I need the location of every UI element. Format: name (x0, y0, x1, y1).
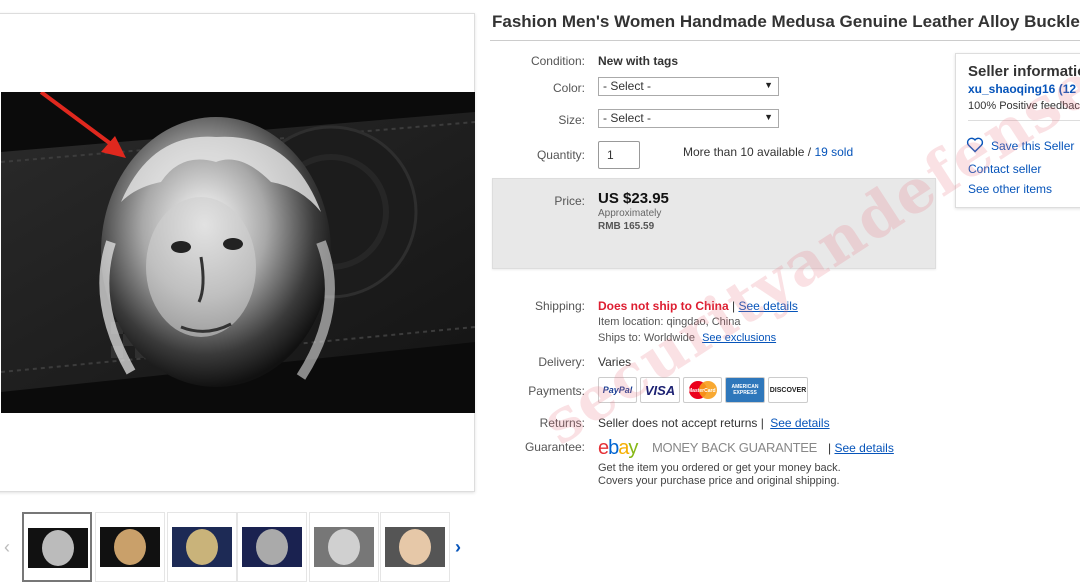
seller-feedback: 100% Positive feedback (968, 100, 1080, 112)
medusa-buckle-image (1, 92, 475, 413)
price-approx: Approximately (598, 208, 662, 219)
price-value: US $23.95 (598, 190, 669, 207)
seller-info-title: Seller information (968, 63, 1080, 80)
title-divider (490, 40, 1080, 41)
payments-label: Payments: (528, 384, 585, 398)
sold-link[interactable]: 19 sold (814, 145, 853, 159)
thumbnail-image (172, 527, 232, 567)
availability-text: More than 10 available / (683, 145, 812, 159)
color-select-value: - Select - (603, 79, 652, 93)
mastercard-text: MasterCard (688, 388, 716, 394)
product-photo[interactable] (1, 92, 475, 413)
thumbnail-image (314, 527, 374, 567)
thumbnail-image (100, 527, 160, 567)
thumbnail-prev-arrow[interactable]: ‹ (4, 537, 10, 558)
price-label: Price: (554, 194, 585, 208)
see-exclusions-link[interactable]: See exclusions (702, 332, 776, 344)
guarantee-line-1: Get the item you ordered or get your mon… (598, 462, 841, 474)
mastercard-icon: MasterCard (683, 377, 722, 403)
condition-value: New with tags (598, 54, 679, 68)
see-other-items-link[interactable]: See other items (968, 182, 1052, 196)
thumbnail-image (385, 527, 445, 567)
ebay-letter-b: b (608, 437, 619, 459)
color-label: Color: (552, 81, 585, 95)
returns-value: Seller does not accept returns | (598, 416, 764, 430)
save-seller-link[interactable]: Save this Seller (991, 139, 1074, 153)
thumbnail-strip: ‹ › (0, 510, 480, 582)
thumbnail-image (242, 527, 302, 567)
separator: | (828, 441, 832, 455)
contact-seller-link[interactable]: Contact seller (968, 162, 1041, 176)
quantity-label: Quantity: (536, 148, 585, 162)
guarantee-details-link[interactable]: See details (834, 441, 893, 455)
guarantee-details: | See details (828, 441, 894, 455)
color-select[interactable]: - Select - ▼ (598, 77, 779, 96)
shipping-warning: Does not ship to China (598, 299, 729, 313)
ebay-letter-a: a (618, 437, 629, 459)
thumbnail-3[interactable] (167, 512, 237, 582)
dropdown-arrow-icon: ▼ (764, 112, 773, 122)
heart-icon[interactable] (966, 137, 984, 153)
returns-label: Returns: (539, 416, 585, 430)
discover-icon: DISCOVER (768, 377, 808, 403)
seller-divider (968, 120, 1080, 121)
thumbnail-next-arrow[interactable]: › (455, 537, 461, 558)
thumbnail-image (28, 528, 88, 568)
price-converted: RMB 165.59 (598, 221, 655, 232)
thumbnail-1[interactable] (22, 512, 92, 582)
ships-to: Ships to: Worldwide See exclusions (598, 332, 776, 344)
delivery-value: Varies (598, 355, 632, 369)
visa-icon: VISA (640, 377, 680, 403)
guarantee-line-2: Covers your purchase price and original … (598, 475, 840, 487)
returns-line: Seller does not accept returns | See det… (598, 416, 830, 430)
shipping-label: Shipping: (534, 299, 585, 313)
item-location: Item location: qingdao, China (598, 316, 741, 328)
ebay-letter-y: y (628, 437, 638, 459)
delivery-label: Delivery: (538, 355, 585, 369)
size-select[interactable]: - Select - ▼ (598, 109, 779, 128)
ebay-letter-e: e (598, 437, 609, 459)
returns-details-link[interactable]: See details (770, 416, 829, 430)
size-label: Size: (558, 113, 585, 127)
thumbnail-2[interactable] (95, 512, 165, 582)
separator: | (732, 299, 736, 313)
guarantee-label: Guarantee: (524, 440, 585, 454)
dropdown-arrow-icon: ▼ (764, 80, 773, 90)
price-box (492, 178, 936, 269)
shipping-line: Does not ship to China | See details (598, 299, 798, 313)
availability: More than 10 available / 19 sold (683, 145, 853, 159)
thumbnail-5[interactable] (309, 512, 379, 582)
ships-to-text: Ships to: Worldwide (598, 332, 696, 344)
shipping-details-link[interactable]: See details (738, 299, 797, 313)
seller-info-box: Seller information xu_shaoqing16 (12 100… (955, 53, 1080, 208)
paypal-icon: PayPal (598, 377, 637, 403)
amex-icon: AMERICAN EXPRESS (725, 377, 765, 403)
money-back-guarantee: MONEY BACK GUARANTEE (652, 440, 817, 455)
condition-label: Condition: (530, 54, 585, 68)
main-image-panel (0, 13, 475, 492)
quantity-input[interactable]: 1 (598, 141, 640, 169)
seller-username-link[interactable]: xu_shaoqing16 (12 (968, 82, 1076, 96)
listing-title: Fashion Men's Women Handmade Medusa Genu… (492, 12, 1080, 31)
size-select-value: - Select - (603, 111, 652, 125)
ebay-logo: ebay (598, 437, 638, 460)
thumbnail-4[interactable] (237, 512, 307, 582)
thumbnail-6[interactable] (380, 512, 450, 582)
